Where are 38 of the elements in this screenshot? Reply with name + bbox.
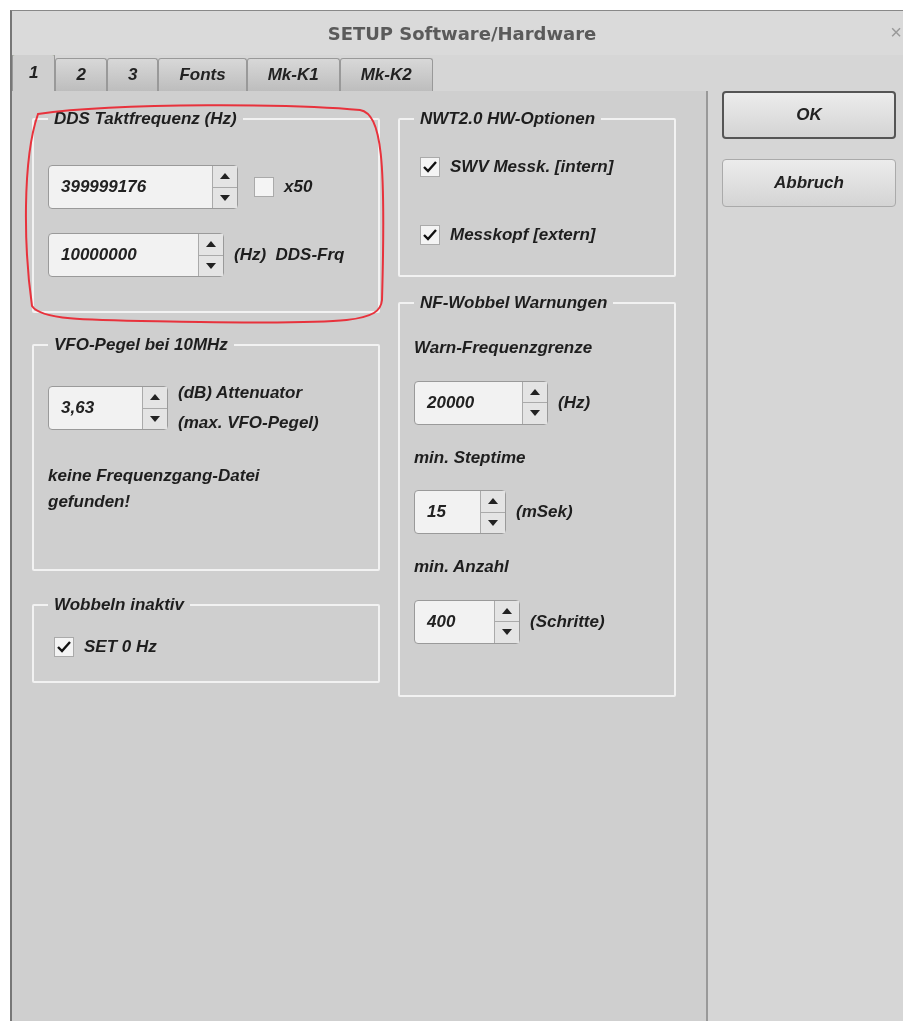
tab[interactable]: Mk-K1 (246, 58, 340, 91)
label: (max. VFO-Pegel) (178, 413, 319, 433)
checkbox-label[interactable]: SWV Messk. [intern] (450, 157, 614, 177)
label: (Schritte) (530, 610, 605, 633)
dialog-button[interactable]: OK (722, 91, 896, 139)
tab[interactable]: Fonts (158, 58, 247, 91)
checkbox-label[interactable]: x50 (284, 177, 313, 197)
label: keine Frequenzgang-Datei gefunden! (48, 465, 261, 513)
spin-box[interactable]: 20000 (414, 380, 548, 425)
label: (Hz) (558, 391, 591, 414)
tab[interactable]: Mk-K2 (339, 58, 433, 91)
spin-box[interactable]: 10000000 (48, 233, 224, 277)
tab[interactable]: 1 (12, 53, 56, 91)
label: min. Steptime (414, 446, 526, 469)
label: (dB) Attenuator (178, 383, 304, 403)
checkbox[interactable] (254, 177, 274, 197)
tab[interactable]: 2 (55, 58, 107, 91)
checkbox-label[interactable]: SET 0 Hz (84, 637, 157, 657)
spin-box[interactable]: 15 (414, 490, 506, 534)
label: (Hz) DDS-Frq (234, 244, 345, 267)
label: (mSek) (516, 501, 573, 524)
checkbox[interactable] (420, 157, 440, 177)
window-title: SETUP Software/Hardware (327, 22, 597, 44)
tab[interactable]: 3 (106, 58, 159, 91)
group-title: NF-Wobbel Warnungen (419, 293, 609, 313)
dialog-button[interactable]: Abbruch (722, 159, 896, 207)
label: min. Anzahl (414, 556, 509, 578)
label: Warn-Frequenzgrenze (414, 337, 593, 359)
group-title: Wobbeln inaktiv (53, 595, 186, 615)
spin-box[interactable]: 399999176 (48, 165, 238, 209)
checkbox[interactable] (54, 637, 74, 657)
checkbox[interactable] (420, 225, 440, 245)
group-title: VFO-Pegel bei 10MHz (53, 335, 229, 355)
spin-box[interactable]: 400 (414, 599, 520, 644)
group-title: NWT2.0 HW-Optionen (419, 109, 596, 129)
group-title: DDS Taktfrequenz (Hz) (53, 109, 238, 129)
checkbox-label[interactable]: Messkopf [extern] (450, 225, 596, 245)
spin-box[interactable]: 3,63 (48, 386, 168, 430)
